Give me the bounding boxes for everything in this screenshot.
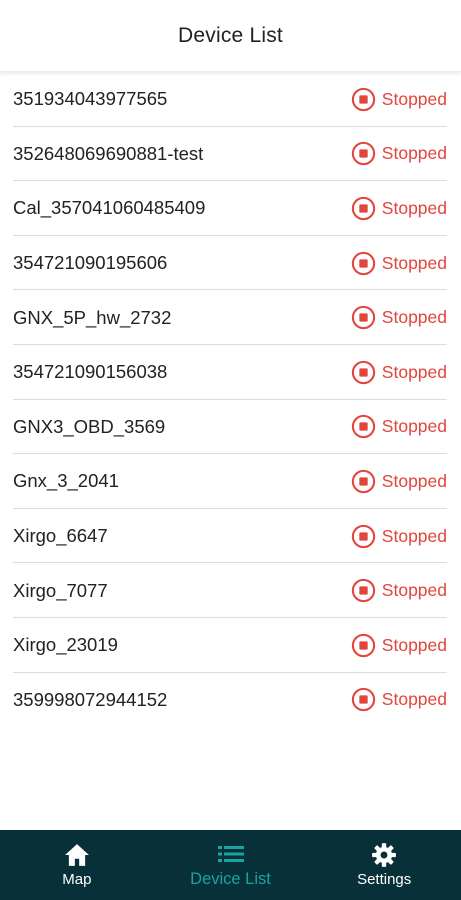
status-badge: Stopped: [351, 251, 447, 276]
device-row[interactable]: Cal_357041060485409 Stopped: [0, 181, 461, 236]
stop-circle-icon: [351, 469, 376, 494]
status-badge: Stopped: [351, 414, 447, 439]
stop-circle-icon: [351, 633, 376, 658]
stop-circle-icon: [351, 251, 376, 276]
nav-label-map: Map: [62, 871, 92, 888]
gear-icon: [371, 842, 397, 868]
status-label: Stopped: [381, 88, 447, 109]
status-badge: Stopped: [351, 687, 447, 712]
device-row[interactable]: Xirgo_6647 Stopped: [0, 509, 461, 564]
device-row[interactable]: Xirgo_7077 Stopped: [0, 563, 461, 618]
nav-label-device-list: Device List: [190, 870, 271, 888]
nav-tab-map[interactable]: Map: [0, 830, 154, 900]
device-name: 354721090195606: [13, 252, 168, 274]
status-label: Stopped: [381, 361, 447, 382]
stop-circle-icon: [351, 196, 376, 221]
device-row[interactable]: 359998072944152 Stopped: [0, 673, 461, 728]
status-badge: Stopped: [351, 633, 447, 658]
nav-label-settings: Settings: [357, 871, 412, 888]
device-name: GNX3_OBD_3569: [13, 415, 166, 437]
stop-circle-icon: [351, 578, 376, 603]
status-label: Stopped: [381, 197, 447, 218]
device-name: GNX_5P_hw_2732: [13, 306, 172, 328]
list-icon: [217, 841, 244, 867]
bottom-navigation: Map Device List Settings: [0, 830, 461, 900]
device-row[interactable]: GNX3_OBD_3569 Stopped: [0, 400, 461, 455]
status-badge: Stopped: [351, 360, 447, 385]
home-icon: [64, 842, 90, 868]
device-name: Xirgo_23019: [13, 634, 118, 656]
app-header: Device List: [0, 0, 461, 72]
device-name: 352648069690881-test: [13, 142, 204, 164]
status-label: Stopped: [381, 525, 447, 546]
nav-tab-device-list[interactable]: Device List: [154, 830, 308, 900]
status-label: Stopped: [381, 143, 447, 164]
device-row[interactable]: 354721090195606 Stopped: [0, 236, 461, 291]
status-badge: Stopped: [351, 305, 447, 330]
device-name: 351934043977565: [13, 88, 168, 110]
device-row[interactable]: Xirgo_23019 Stopped: [0, 618, 461, 673]
device-name: 354721090156038: [13, 361, 168, 383]
device-name: 359998072944152: [13, 688, 168, 710]
stop-circle-icon: [351, 305, 376, 330]
status-badge: Stopped: [351, 87, 447, 112]
status-label: Stopped: [381, 307, 447, 328]
device-row[interactable]: 351934043977565 Stopped: [0, 72, 461, 127]
status-badge: Stopped: [351, 524, 447, 549]
stop-circle-icon: [351, 360, 376, 385]
device-name: Xirgo_6647: [13, 525, 108, 547]
status-label: Stopped: [381, 252, 447, 273]
device-name: Xirgo_7077: [13, 579, 108, 601]
page-title: Device List: [178, 23, 283, 47]
device-row[interactable]: 354721090156038 Stopped: [0, 345, 461, 400]
device-name: Cal_357041060485409: [13, 197, 206, 219]
device-name: Gnx_3_2041: [13, 470, 119, 492]
status-badge: Stopped: [351, 141, 447, 166]
status-badge: Stopped: [351, 196, 447, 221]
stop-circle-icon: [351, 414, 376, 439]
stop-circle-icon: [351, 141, 376, 166]
status-label: Stopped: [381, 634, 447, 655]
stop-circle-icon: [351, 87, 376, 112]
status-label: Stopped: [381, 470, 447, 491]
device-row[interactable]: 352648069690881-test Stopped: [0, 127, 461, 182]
device-list: 351934043977565 Stopped 352648069690881-…: [0, 72, 461, 727]
status-label: Stopped: [381, 580, 447, 601]
nav-tab-settings[interactable]: Settings: [307, 830, 461, 900]
stop-circle-icon: [351, 524, 376, 549]
status-badge: Stopped: [351, 469, 447, 494]
status-label: Stopped: [381, 689, 447, 710]
device-row[interactable]: GNX_5P_hw_2732 Stopped: [0, 290, 461, 345]
status-label: Stopped: [381, 416, 447, 437]
device-row[interactable]: Gnx_3_2041 Stopped: [0, 454, 461, 509]
stop-circle-icon: [351, 687, 376, 712]
status-badge: Stopped: [351, 578, 447, 603]
